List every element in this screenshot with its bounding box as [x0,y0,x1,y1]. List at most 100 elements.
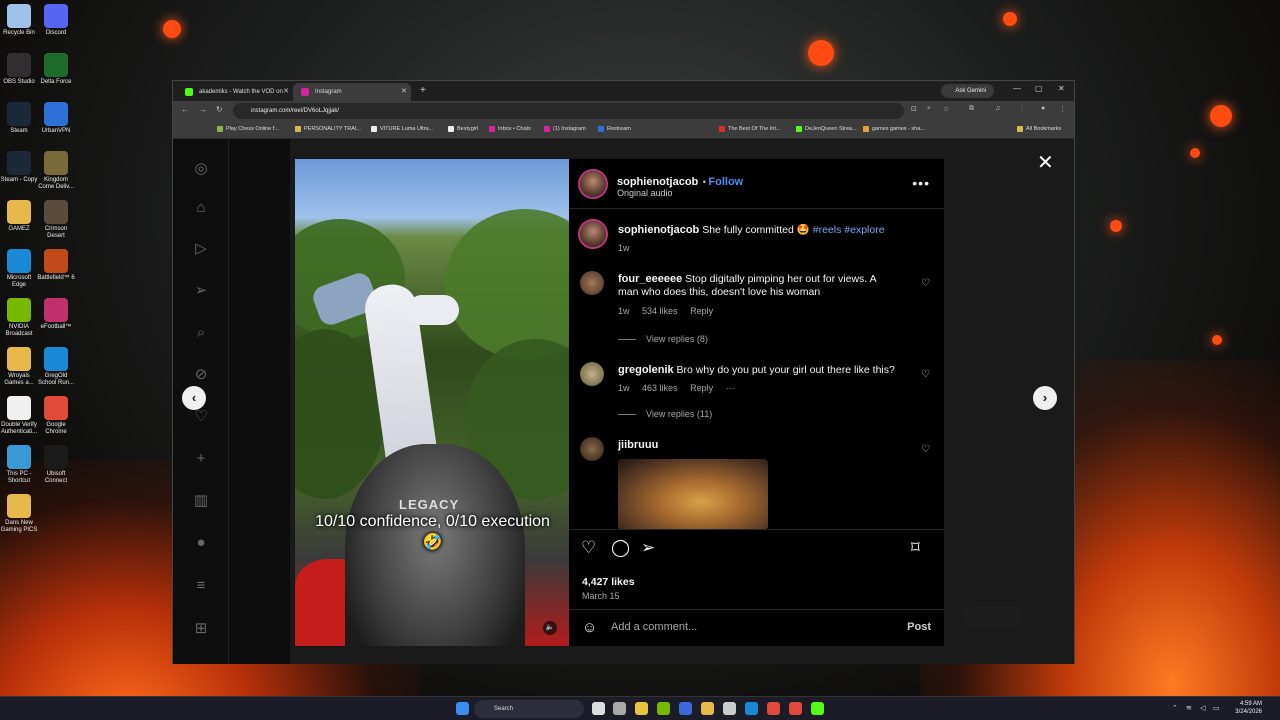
also-from-meta-icon[interactable]: ⊞ [192,619,210,637]
comment-icon[interactable]: ◯ [611,538,630,558]
kick-icon[interactable] [811,702,824,715]
home-icon[interactable]: ⌂ [192,198,210,216]
chrome-active-icon[interactable] [789,702,802,715]
extensions-icon[interactable]: ⧉ [969,105,974,113]
create-icon[interactable]: + [192,449,210,467]
desktop-icon[interactable]: OBS Studio [0,53,38,86]
file-explorer-icon[interactable] [701,702,714,715]
calculator-icon[interactable] [723,702,736,715]
desktop-icon[interactable]: Steam - Copy [0,151,38,184]
volume-icon[interactable]: ◁ [1200,704,1205,712]
desktop-icon[interactable]: This PC - Shortcut [0,445,38,485]
url-input[interactable]: instagram.com/reel/DV6oLJqjjak/ [233,103,904,119]
share-icon[interactable]: ➢ [641,538,655,558]
desktop-icon[interactable]: UrbanVPN [37,102,75,135]
tab-kick[interactable]: akademiks - Watch the VOD on ✕ [177,83,293,101]
bookmark[interactable]: The Best Of The Int... [719,126,780,132]
task-view-icon[interactable] [592,702,605,715]
install-app-icon[interactable]: ⊡ [911,105,917,113]
bookmark-star-icon[interactable]: ☆ [943,105,949,113]
tab-instagram[interactable]: Instagram ✕ [293,83,411,101]
messages-icon[interactable]: ➢ [192,281,210,299]
previous-post-icon[interactable]: ‹ [182,386,206,410]
comment-input[interactable]: Add a comment... [611,621,697,633]
tray-chevron-icon[interactable]: ⌃ [1172,704,1178,712]
desktop-icon[interactable]: Recycle Bin [0,4,38,37]
original-audio-link[interactable]: Original audio [617,188,673,198]
forward-icon[interactable]: → [199,105,207,114]
wifi-icon[interactable]: ≋ [1186,704,1192,712]
emoji-icon[interactable]: ☺ [582,619,597,636]
save-icon[interactable]: ⌑ [911,538,920,558]
comment-likes[interactable]: 463 likes [642,383,678,393]
profile-icon[interactable]: ● [192,533,210,551]
close-tab-icon[interactable]: ✕ [283,83,289,101]
bookmark[interactable]: PERSONALITY TRAI... [295,126,361,132]
reel-video[interactable]: LEGACY 10/10 confidence, 0/10 execution🤣… [295,159,569,646]
more-options-icon[interactable]: ••• [912,175,930,191]
media-player-icon[interactable] [635,702,648,715]
desktop-icon[interactable]: Ubisoft Connect [37,445,75,485]
minimize-icon[interactable]: — [1013,84,1021,93]
view-replies-button[interactable]: View replies (8) [618,334,708,344]
next-post-icon[interactable]: › [1033,386,1057,410]
avatar[interactable] [580,271,604,295]
reload-icon[interactable]: ↻ [216,105,223,114]
avatar[interactable] [580,437,604,461]
taskbar-search[interactable]: Search [474,700,584,718]
bookmark[interactable]: Restream [598,126,631,132]
clock[interactable]: 4:59 AM 3/24/2026 [1235,700,1262,716]
zoom-icon[interactable]: ⌕ [927,105,931,113]
settings-icon[interactable] [613,702,626,715]
comment-more-button[interactable]: ··· [726,383,735,393]
explore-icon[interactable]: ⊘ [192,365,210,383]
reply-button[interactable]: Reply [690,306,713,316]
new-tab-icon[interactable]: + [420,83,426,99]
desktop-icon[interactable]: Kingdom Come Deliv... [37,151,75,191]
like-comment-icon[interactable]: ♡ [921,277,930,290]
bookmark[interactable]: (1) Instagram [544,126,586,132]
desktop-icon[interactable]: GregOld School Run... [37,347,75,387]
avatar[interactable] [580,221,606,247]
ask-gemini-button[interactable]: Ask Gemini [941,84,994,98]
desktop-icon[interactable]: Wroyals Games a... [0,347,38,387]
close-modal-icon[interactable]: ✕ [1037,150,1054,175]
reels-icon[interactable]: ▷ [192,239,210,257]
avatar[interactable] [580,171,606,197]
desktop-icon[interactable]: Steam [0,102,38,135]
all-bookmarks[interactable]: All Bookmarks [1017,126,1061,132]
comment-gif[interactable] [618,459,768,530]
media-icon[interactable]: ♫ [995,105,1000,112]
bookmark[interactable]: Bestygirl [448,126,478,132]
bookmark[interactable]: Play Chess Online f... [217,126,279,132]
maximize-icon[interactable]: ▢ [1035,84,1043,93]
desktop-icon[interactable]: Battlefield™ 6 [37,249,75,282]
comment-likes[interactable]: 534 likes [642,306,678,316]
comment-username[interactable]: jiibruuu [618,439,658,451]
bookmark[interactable]: games games - sha... [863,126,925,132]
close-window-icon[interactable]: ✕ [1058,84,1065,93]
instagram-logo-icon[interactable]: ◎ [192,159,210,177]
avatar[interactable] [580,362,604,386]
desktop-icon[interactable]: NVIDIA Broadcast [0,298,38,338]
desktop-icon[interactable]: Dans New Gaming PICS [0,494,38,534]
dashboard-icon[interactable]: ▥ [192,491,210,509]
desktop-icon[interactable]: Delta Force [37,53,75,86]
desktop-icon[interactable]: eFootball™ [37,298,75,331]
edge-icon[interactable] [745,702,758,715]
comment-username[interactable]: four_eeeeee [618,273,682,285]
app-icon[interactable] [679,702,692,715]
profile-icon[interactable]: ● [1041,105,1045,112]
comment-username[interactable]: gregolenik [618,364,674,376]
start-icon[interactable] [456,702,469,715]
chrome-icon[interactable] [767,702,780,715]
more-menu-icon[interactable]: ≡ [192,576,210,594]
split-icon[interactable]: ⫶ [1021,105,1023,113]
menu-icon[interactable]: ⋮ [1059,105,1066,113]
reply-button[interactable]: Reply [690,383,713,393]
likes-count[interactable]: 4,427 likes [582,576,635,588]
like-comment-icon[interactable]: ♡ [921,443,930,456]
desktop-icon[interactable]: Discord [37,4,75,37]
like-icon[interactable]: ♡ [581,538,596,558]
bookmark[interactable]: VITURE Luma Ultra... [371,126,433,132]
